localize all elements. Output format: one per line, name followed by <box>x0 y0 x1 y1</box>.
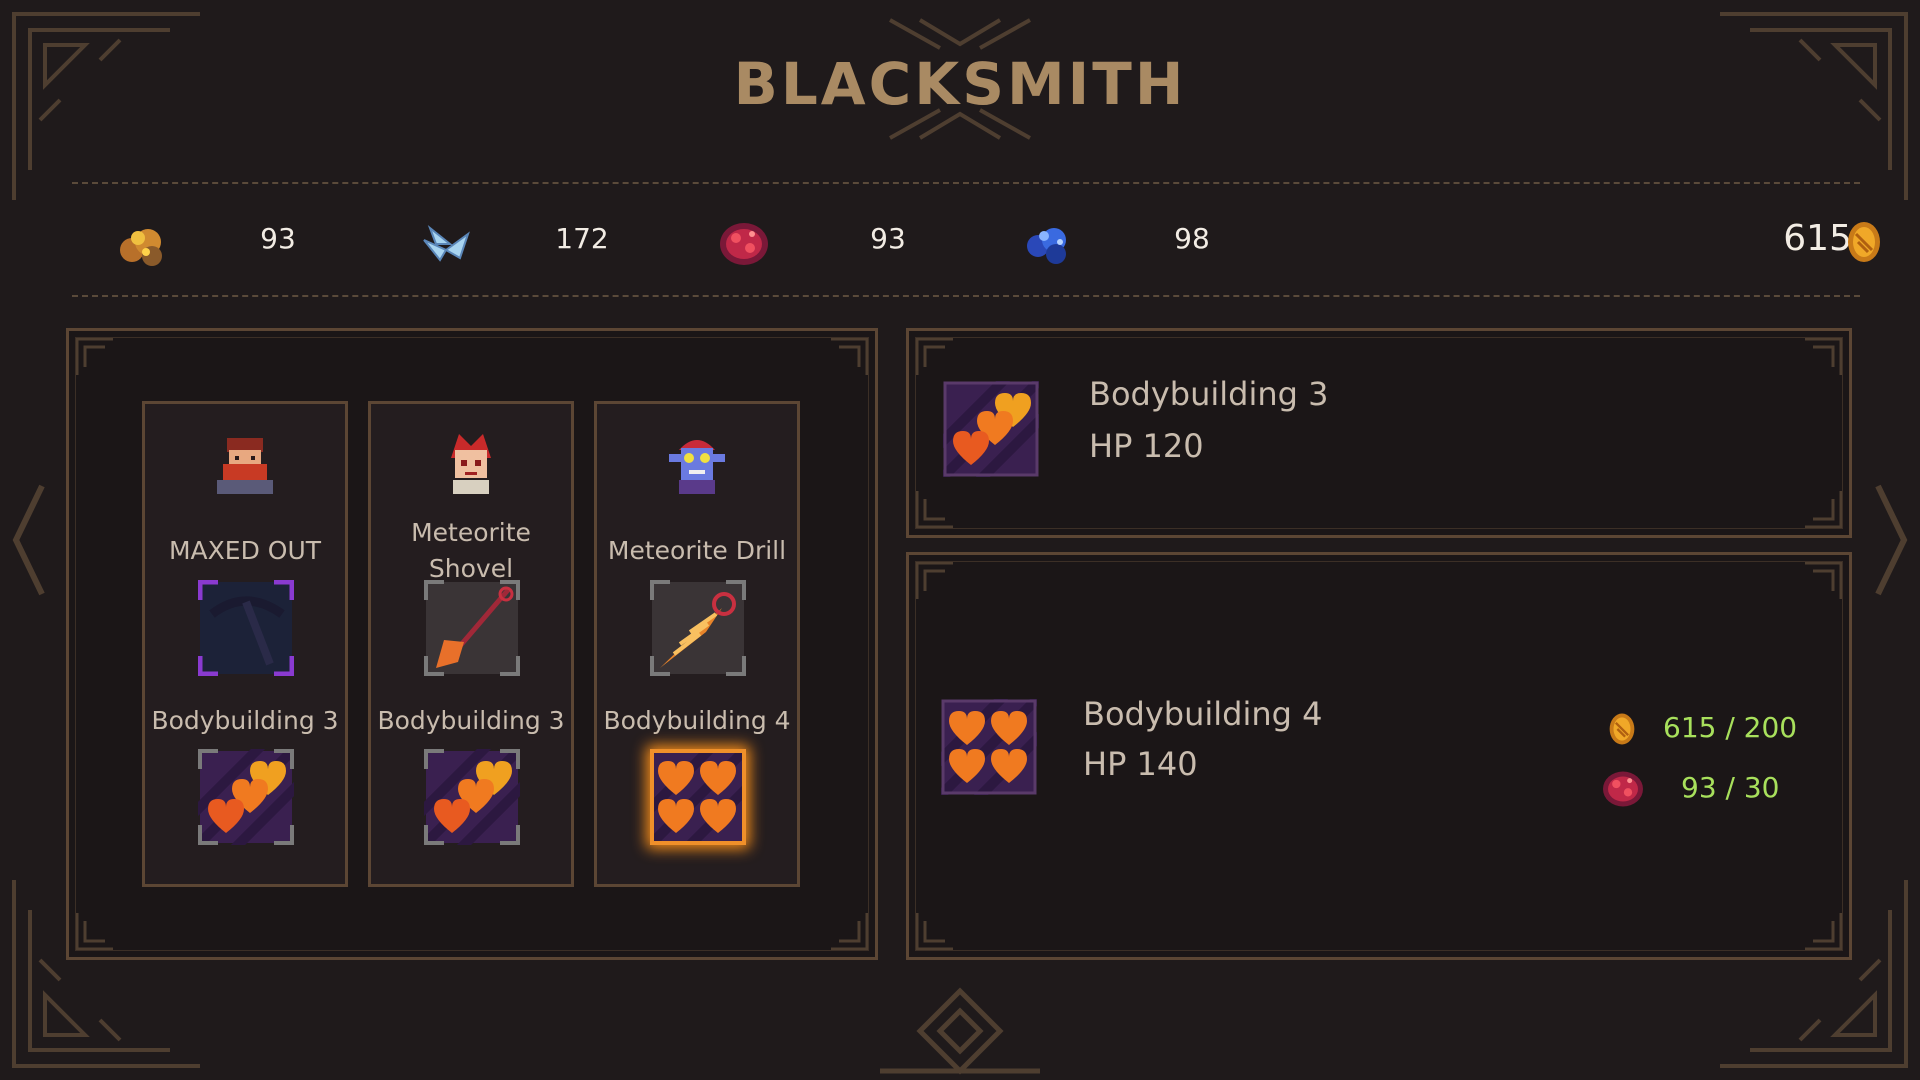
gold-count: 615 <box>1783 218 1852 259</box>
gold-cost: 615 / 200 <box>1663 711 1798 744</box>
upgrade-label: Bodybuilding 3 <box>377 706 565 735</box>
upgrade-label: Bodybuilding 3 <box>151 706 339 735</box>
four-hearts-icon[interactable] <box>626 725 770 869</box>
next-page-arrow-icon[interactable] <box>1872 480 1912 600</box>
upgrade-label: Bodybuilding 4 <box>603 706 791 735</box>
title-ornament-top <box>880 14 1040 54</box>
column-name: Meteorite Shovel <box>411 518 531 583</box>
title-ornament-bottom <box>880 104 1040 144</box>
meteorite-ore-icon <box>1601 769 1645 809</box>
dwarf-portrait-icon <box>213 430 277 494</box>
next-upgrade-name: Bodybuilding 4 <box>1083 695 1323 733</box>
goblin-portrait-icon <box>665 430 729 494</box>
crystal-shard-count: 172 <box>555 222 609 255</box>
upgrade-column-goblin[interactable]: Meteorite Drill Bodybuilding 4 <box>594 401 800 887</box>
pickaxe-icon[interactable] <box>197 579 295 677</box>
drill-icon[interactable] <box>650 580 746 676</box>
current-upgrade-hp: HP 120 <box>1089 427 1204 465</box>
redhead-elf-portrait-icon <box>439 430 503 494</box>
bottom-ornament <box>880 985 1040 1075</box>
shovel-icon[interactable] <box>424 580 520 676</box>
previous-page-arrow-icon[interactable] <box>8 480 48 600</box>
gold-coin-icon <box>1605 712 1639 746</box>
three-hearts-icon[interactable] <box>174 725 318 869</box>
next-upgrade-hp: HP 140 <box>1083 745 1198 783</box>
upgrade-column-elf[interactable]: Meteorite Shovel Bodybuilding 3 <box>368 401 574 887</box>
meteorite-ore-icon <box>718 220 770 268</box>
current-upgrade-name: Bodybuilding 3 <box>1089 375 1329 413</box>
current-upgrade-panel: Bodybuilding 3 HP 120 <box>906 328 1852 538</box>
sapphire-ore-icon <box>1022 220 1074 268</box>
four-hearts-icon <box>917 675 1061 819</box>
meteorite-cost: 93 / 30 <box>1681 771 1780 804</box>
meteorite-ore-count: 93 <box>870 222 906 255</box>
crystal-shard-icon <box>420 220 472 268</box>
three-hearts-icon <box>919 357 1063 501</box>
copper-ore-icon <box>116 220 168 268</box>
copper-ore-count: 93 <box>260 222 296 255</box>
sapphire-ore-count: 98 <box>1174 222 1210 255</box>
upgrade-column-dwarf[interactable]: MAXED OUT Bodybuilding 3 <box>142 401 348 887</box>
resource-bar: 93 172 93 98 615 <box>72 182 1880 297</box>
column-name: Meteorite Drill <box>607 536 787 565</box>
column-name: MAXED OUT <box>168 536 322 565</box>
three-hearts-icon[interactable] <box>400 725 544 869</box>
next-upgrade-panel: Bodybuilding 4 HP 140 615 / 200 93 / 30 <box>906 552 1852 960</box>
gold-coin-icon <box>1842 220 1886 264</box>
